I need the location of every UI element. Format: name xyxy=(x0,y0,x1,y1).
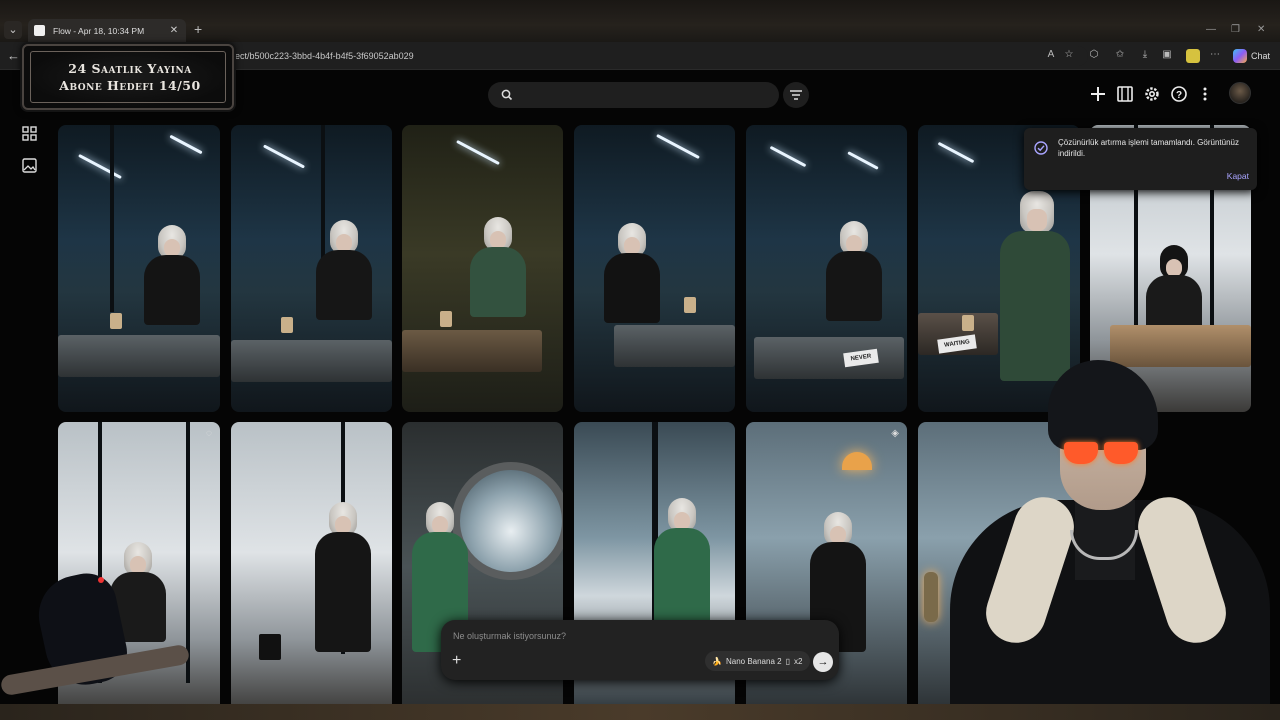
stream-goal-banner: 24 Saatlik Yayına Abone Hedefi 14/50 xyxy=(22,44,234,110)
model-name: Nano Banana 2 xyxy=(725,656,782,666)
gallery-image[interactable] xyxy=(402,125,563,412)
search-input[interactable] xyxy=(488,82,779,108)
toast-close-button[interactable]: Kapat xyxy=(1227,171,1249,181)
url-text[interactable]: oject/b500c223-3bbd-4b4f-b4f5-3f69052ab0… xyxy=(228,51,414,61)
ceiling-lamp xyxy=(262,144,306,169)
ceiling-lamp xyxy=(769,145,807,168)
gallery-image[interactable] xyxy=(231,422,392,712)
gallery-image[interactable]: NEVER xyxy=(746,125,907,412)
chat-label[interactable]: Chat xyxy=(1251,51,1270,61)
gallery-image[interactable] xyxy=(574,125,735,412)
add-media-icon[interactable]: + xyxy=(452,653,461,669)
gear-icon[interactable] xyxy=(1143,85,1161,103)
copilot-icon[interactable] xyxy=(1233,49,1247,63)
restore-icon[interactable]: ❐ xyxy=(1231,24,1240,35)
tab-title: Flow - Apr 18, 10:34 PM xyxy=(53,25,145,36)
downloads-icon[interactable]: ⤓ xyxy=(1138,49,1152,60)
add-icon[interactable] xyxy=(1089,85,1107,103)
favorites-icon[interactable]: ✩ xyxy=(1113,49,1127,60)
banana-icon: 🍌 xyxy=(712,656,722,666)
read-aloud-icon[interactable]: A xyxy=(1044,49,1058,60)
coffee-cup xyxy=(440,311,452,327)
extension-badge-icon[interactable] xyxy=(1186,49,1200,63)
taskbar-edge xyxy=(0,704,1280,720)
new-tab-icon[interactable]: + xyxy=(194,21,202,37)
select-circle-icon[interactable]: ◌ xyxy=(206,428,212,439)
cafe-table xyxy=(754,337,904,379)
check-circle-icon xyxy=(1034,141,1048,155)
coffee-cup xyxy=(110,313,122,329)
tab-list-button[interactable]: ⌄ xyxy=(4,21,22,39)
coffee-cup xyxy=(281,317,293,333)
grid-view-icon[interactable] xyxy=(22,126,37,141)
close-window-icon[interactable]: ✕ xyxy=(1257,24,1265,35)
help-icon[interactable]: ? xyxy=(1170,85,1188,103)
cafe-table xyxy=(58,335,220,377)
image-view-icon[interactable] xyxy=(22,158,37,173)
minimize-icon[interactable]: — xyxy=(1206,24,1216,35)
browser-tab[interactable]: Flow - Apr 18, 10:34 PM ✕ xyxy=(28,19,186,42)
ceiling-lamp xyxy=(456,139,500,166)
cafe-table xyxy=(614,325,735,367)
screenshot-icon[interactable]: ▣ xyxy=(1160,49,1174,60)
gallery-image[interactable] xyxy=(58,125,220,412)
filter-icon xyxy=(790,90,802,100)
search-icon xyxy=(501,89,513,101)
window-frame xyxy=(110,125,114,312)
ceiling-lamp xyxy=(656,133,700,160)
sunglasses-lens xyxy=(1104,442,1138,464)
prompt-composer[interactable]: Ne oluşturmak istiyorsunuz? + 🍌 Nano Ban… xyxy=(441,620,839,680)
more-menu-icon[interactable]: ⋯ xyxy=(1208,49,1222,60)
cafe-table xyxy=(402,330,542,372)
device-icon: ▯ xyxy=(785,656,790,666)
raven-eye xyxy=(98,577,104,583)
raven-overlay xyxy=(0,565,200,720)
ceiling-lamp xyxy=(169,134,203,155)
prompt-input[interactable]: Ne oluşturmak istiyorsunuz? xyxy=(453,631,566,641)
ceiling-lamp xyxy=(937,141,975,164)
layers-icon[interactable]: ◈ xyxy=(891,428,899,439)
model-selector[interactable]: 🍌 Nano Banana 2 ▯ x2 xyxy=(705,651,810,671)
banner-line-2: Abone Hedefi 14/50 xyxy=(59,78,201,93)
favorite-star-icon[interactable]: ☆ xyxy=(1062,49,1076,60)
browser-tab-bar: ⌄ Flow - Apr 18, 10:34 PM ✕ + — ❐ ✕ xyxy=(0,0,1280,42)
more-vert-icon[interactable] xyxy=(1196,85,1214,103)
back-arrow-icon[interactable]: ← xyxy=(7,48,20,63)
pendant-lamp xyxy=(842,452,872,470)
sunglasses-lens xyxy=(1064,442,1098,464)
tab-close-icon[interactable]: ✕ xyxy=(168,25,180,36)
svg-text:?: ? xyxy=(1176,90,1182,101)
filter-button[interactable] xyxy=(783,82,809,108)
toast-notification: Çözünürlük artırma işlemi tamamlandı. Gö… xyxy=(1024,128,1257,190)
send-arrow-icon[interactable]: → xyxy=(813,652,833,672)
banner-line-1: 24 Saatlik Yayına xyxy=(68,61,192,76)
cafe-table xyxy=(231,340,392,382)
tab-favicon-icon xyxy=(34,25,45,36)
gallery-image[interactable] xyxy=(231,125,392,412)
coffee-cup xyxy=(962,315,974,331)
film-strip-icon[interactable] xyxy=(1116,85,1134,103)
toast-message: Çözünürlük artırma işlemi tamamlandı. Gö… xyxy=(1058,138,1239,158)
avatar[interactable] xyxy=(1229,82,1251,104)
coffee-cup xyxy=(684,297,696,313)
ceiling-lamp xyxy=(78,153,122,180)
ceiling-lamp xyxy=(847,151,879,170)
porthole-window xyxy=(452,462,563,580)
streamer-character-overlay xyxy=(930,360,1280,720)
extensions-icon[interactable]: ⬡ xyxy=(1087,49,1101,60)
output-count: x2 xyxy=(793,656,803,666)
character-hair xyxy=(1048,360,1158,450)
coffee-mug xyxy=(259,634,281,660)
